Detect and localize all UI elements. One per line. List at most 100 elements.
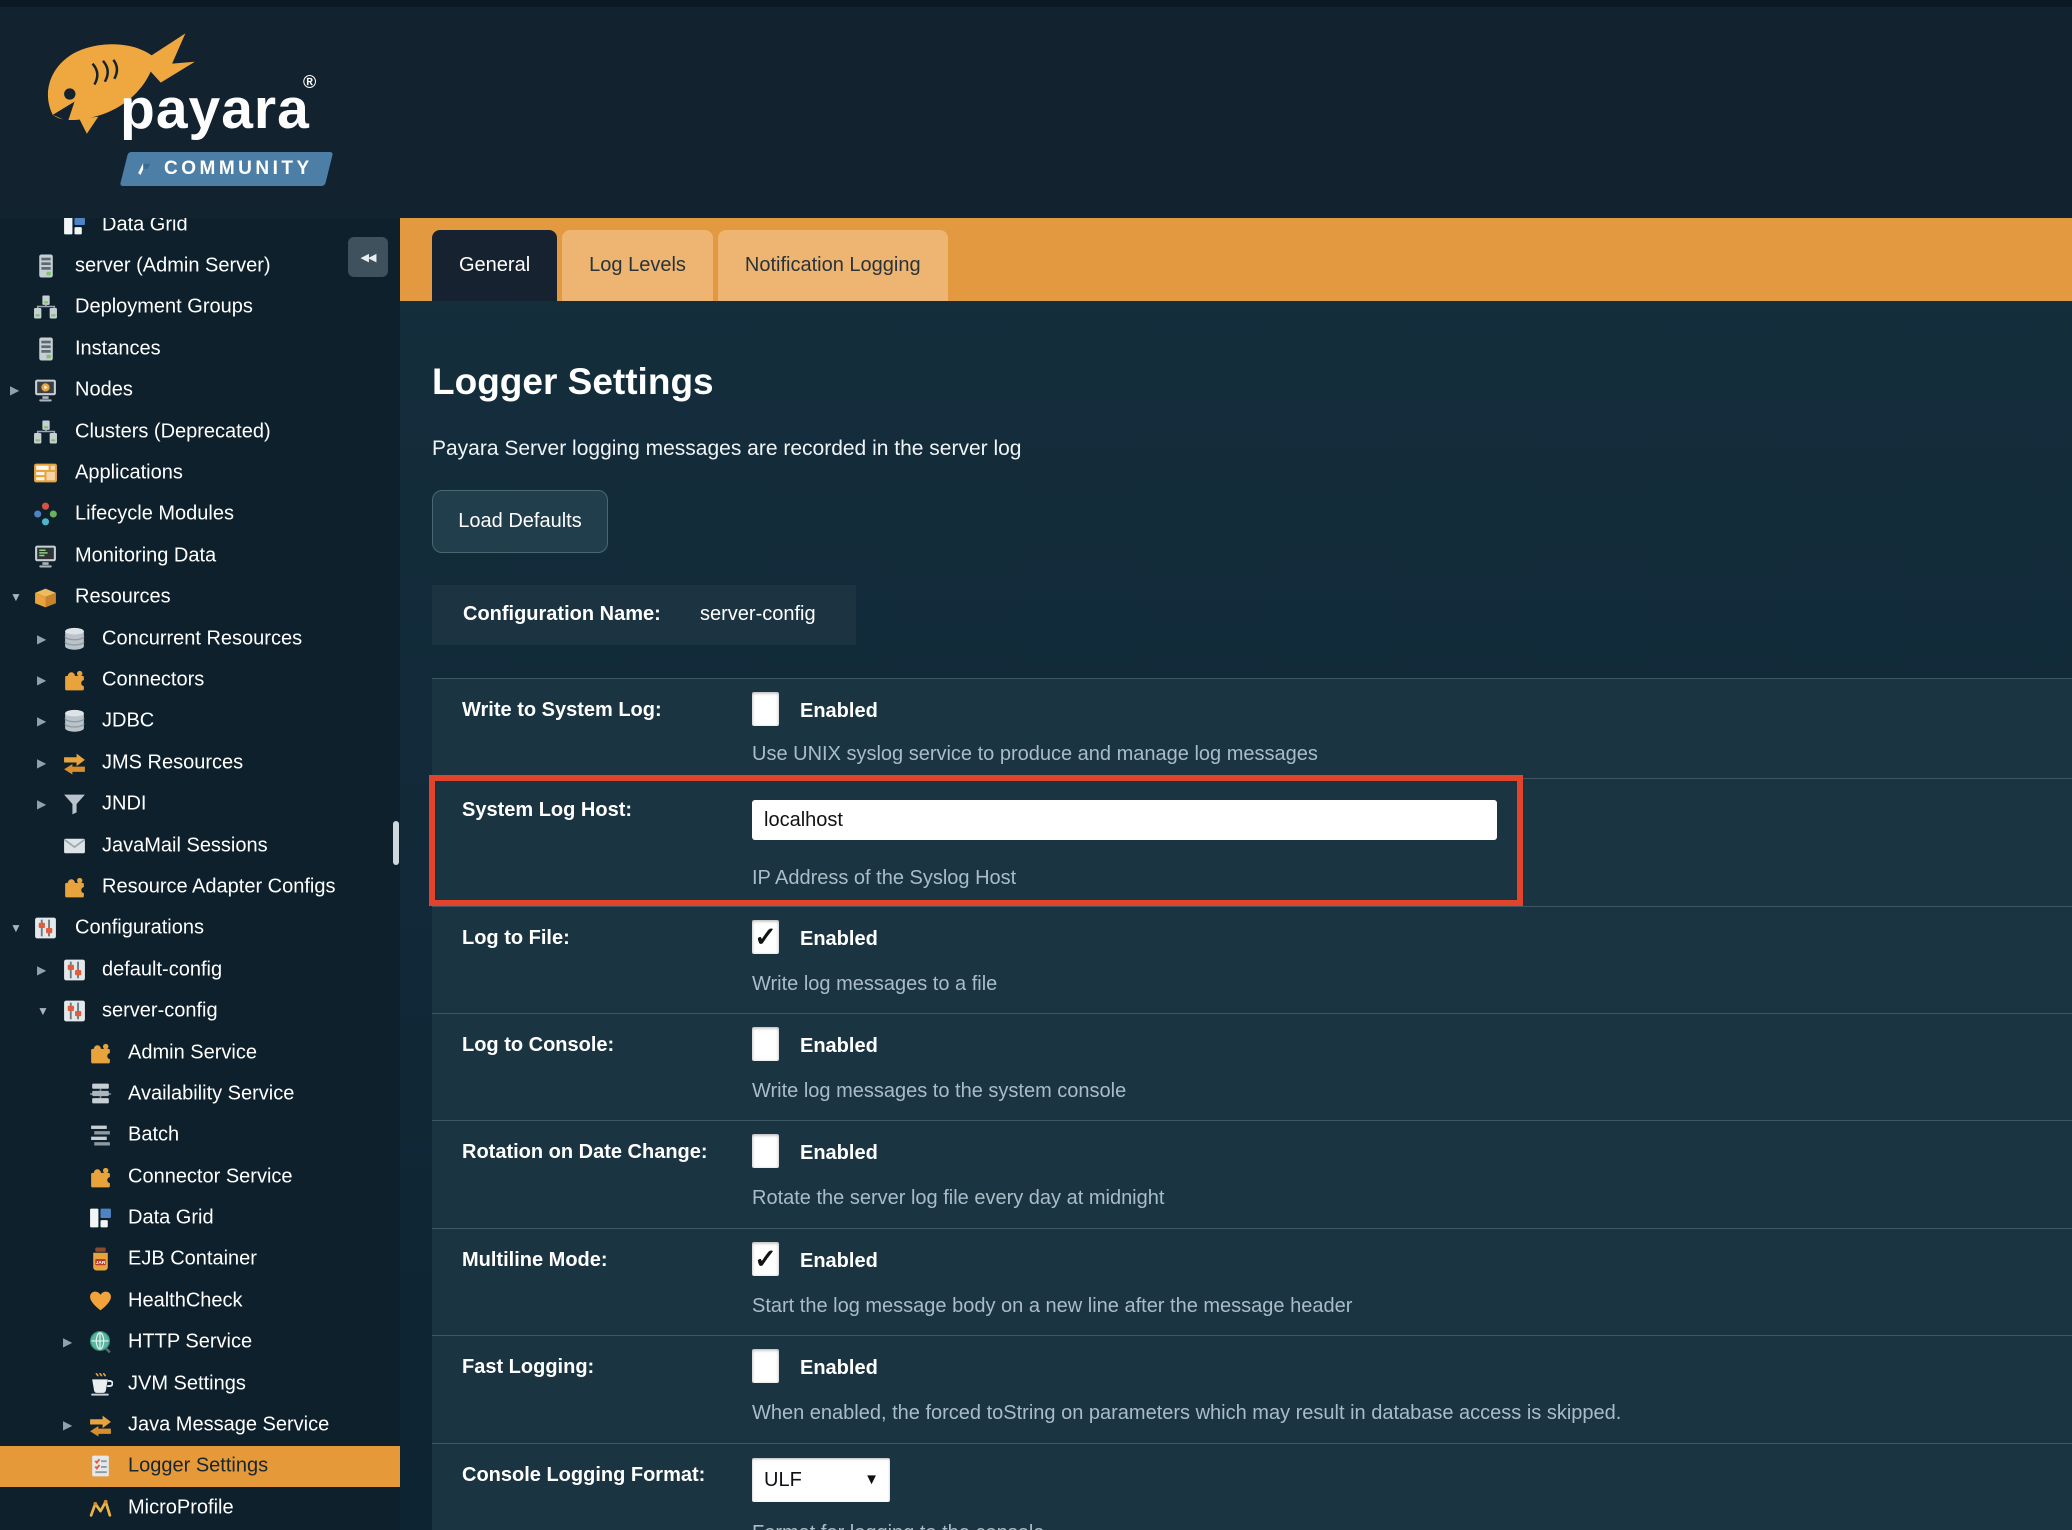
sidebar-item-label: Resource Adapter Configs bbox=[102, 875, 335, 898]
sidebar-item-configurations[interactable]: ▼Configurations bbox=[0, 908, 400, 949]
system-log-host-input[interactable] bbox=[752, 800, 1497, 840]
sidebar-item-connectors[interactable]: ▶ Connectors bbox=[0, 659, 400, 700]
sidebar-item-microprofile[interactable]: MicroProfile bbox=[0, 1487, 400, 1528]
sliders-icon bbox=[33, 916, 58, 941]
fast-logging-checkbox[interactable] bbox=[752, 1349, 779, 1383]
sidebar-item-label: Data Grid bbox=[102, 218, 188, 236]
sidebar-item-resources[interactable]: ▼ Resources bbox=[0, 577, 400, 618]
sidebar-item-label: Monitoring Data bbox=[75, 544, 216, 567]
tree-expand-arrow-icon[interactable]: ▶ bbox=[37, 632, 46, 646]
puzzle-icon bbox=[88, 1164, 113, 1189]
sidebar-item-lifecycle-modules[interactable]: Lifecycle Modules bbox=[0, 494, 400, 535]
load-defaults-button[interactable]: Load Defaults bbox=[432, 490, 608, 553]
multiline-mode-checkbox[interactable]: ✓ bbox=[752, 1242, 779, 1276]
sidebar-item-jms-resources[interactable]: ▶JMS Resources bbox=[0, 742, 400, 783]
node-monitor-icon bbox=[33, 378, 58, 403]
sidebar-item-label: JavaMail Sessions bbox=[102, 834, 268, 857]
sidebar-item-label: Data Grid bbox=[128, 1207, 214, 1230]
field-label-write-to-system-log: Write to System Log: bbox=[462, 699, 662, 722]
sidebar-item-batch[interactable]: Batch bbox=[0, 1115, 400, 1156]
rotation-on-date-change-checkbox[interactable] bbox=[752, 1134, 779, 1168]
tab-notification-logging[interactable]: Notification Logging bbox=[718, 230, 948, 301]
configuration-name-value: server-config bbox=[700, 603, 816, 626]
sidebar-item-logger-settings[interactable]: Logger Settings bbox=[0, 1446, 400, 1487]
tree-expand-arrow-icon[interactable]: ▶ bbox=[37, 797, 46, 811]
funnel-icon bbox=[62, 792, 87, 817]
community-badge-label: COMMUNITY bbox=[164, 158, 313, 180]
sidebar-item-http-service[interactable]: ▶HTTP Service bbox=[0, 1322, 400, 1363]
sidebar-item-jvm-settings[interactable]: JVM Settings bbox=[0, 1363, 400, 1404]
sidebar-item-label: server-config bbox=[102, 1000, 218, 1023]
sidebar-item-deployment-groups[interactable]: Deployment Groups bbox=[0, 287, 400, 328]
tree-collapse-arrow-icon[interactable]: ▼ bbox=[10, 590, 22, 604]
tree-expand-arrow-icon[interactable]: ▶ bbox=[37, 963, 46, 977]
registered-mark: ® bbox=[303, 72, 316, 93]
sidebar-collapse-button[interactable]: ◀◀ bbox=[348, 237, 388, 277]
sidebar-item-label: Lifecycle Modules bbox=[75, 503, 234, 526]
tree-expand-arrow-icon[interactable]: ▶ bbox=[63, 1335, 72, 1349]
tab-log-levels[interactable]: Log Levels bbox=[562, 230, 713, 301]
sidebar-item-label: Clusters (Deprecated) bbox=[75, 420, 271, 443]
sidebar-item-healthcheck[interactable]: HealthCheck bbox=[0, 1280, 400, 1321]
header: payara ® COMMUNITY bbox=[0, 0, 2072, 218]
puzzle-icon bbox=[62, 874, 87, 899]
form-row-console-logging-format: Console Logging Format:ULF▼Format for lo… bbox=[432, 1443, 2072, 1530]
sidebar-item-jdbc[interactable]: ▶JDBC bbox=[0, 701, 400, 742]
log-to-console-checkbox[interactable] bbox=[752, 1027, 779, 1061]
form-row-write-to-system-log: Write to System Log:EnabledUse UNIX sysl… bbox=[432, 678, 2072, 778]
tree-expand-arrow-icon[interactable]: ▶ bbox=[37, 673, 46, 687]
tree-expand-arrow-icon[interactable]: ▶ bbox=[37, 756, 46, 770]
sidebar-item-instances[interactable]: Instances bbox=[0, 328, 400, 369]
main-content: GeneralLog LevelsNotification Logging Lo… bbox=[400, 218, 2072, 1530]
sidebar-scrollbar-thumb[interactable] bbox=[393, 821, 399, 865]
sidebar-item-label: default-config bbox=[102, 958, 222, 981]
sidebar-item-label: Java Message Service bbox=[128, 1414, 329, 1437]
sidebar-item-concurrent-resources[interactable]: ▶Concurrent Resources bbox=[0, 618, 400, 659]
sidebar-item-default-config[interactable]: ▶ default-config bbox=[0, 949, 400, 990]
sidebar-item-ejb-container[interactable]: JAR EJB Container bbox=[0, 1239, 400, 1280]
tree-expand-arrow-icon[interactable]: ▶ bbox=[37, 714, 46, 728]
puzzle-icon bbox=[88, 1040, 113, 1065]
resources-box-icon bbox=[33, 585, 58, 610]
tab-general[interactable]: General bbox=[432, 230, 557, 301]
tree-collapse-arrow-icon[interactable]: ▼ bbox=[10, 921, 22, 935]
sidebar-item-javamail-sessions[interactable]: JavaMail Sessions bbox=[0, 825, 400, 866]
sidebar-item-java-message-service[interactable]: ▶ Java Message Service bbox=[0, 1404, 400, 1445]
sidebar-item-server-config[interactable]: ▼ server-config bbox=[0, 990, 400, 1031]
tree-expand-arrow-icon[interactable]: ▶ bbox=[63, 1418, 72, 1432]
sidebar-item-connector-service[interactable]: Connector Service bbox=[0, 1156, 400, 1197]
sidebar-item-label: Connector Service bbox=[128, 1165, 293, 1188]
sidebar-item-data-grid[interactable]: Data Grid bbox=[0, 1197, 400, 1238]
sidebar-item-label: Connectors bbox=[102, 668, 204, 691]
tree-collapse-arrow-icon[interactable]: ▼ bbox=[37, 1004, 49, 1018]
sidebar-item-label: JVM Settings bbox=[128, 1372, 246, 1395]
console-logging-format-select[interactable]: ULF▼ bbox=[752, 1458, 890, 1502]
form-row-multiline-mode: Multiline Mode:✓EnabledStart the log mes… bbox=[432, 1228, 2072, 1335]
sidebar-item-resource-adapter-configs[interactable]: Resource Adapter Configs bbox=[0, 866, 400, 907]
sidebar-item-availability-service[interactable]: Availability Service bbox=[0, 1073, 400, 1114]
sidebar-item-admin-service[interactable]: Admin Service bbox=[0, 1032, 400, 1073]
data-grid-icon bbox=[88, 1206, 113, 1231]
nav-tree: Data Grid server (Admin Server)Deployment… bbox=[0, 218, 400, 1529]
sidebar-item-nodes[interactable]: ▶Nodes bbox=[0, 370, 400, 411]
svg-text:JAR: JAR bbox=[96, 1260, 106, 1266]
sidebar-item-jndi[interactable]: ▶JNDI bbox=[0, 783, 400, 824]
payara-admin-console: payara ® COMMUNITY Data Grid server (Admi… bbox=[0, 0, 2072, 1530]
sidebar-item-label: Batch bbox=[128, 1124, 179, 1147]
field-label-system-log-host: System Log Host: bbox=[462, 799, 632, 822]
form-row-log-to-file: Log to File:✓EnabledWrite log messages t… bbox=[432, 906, 2072, 1013]
tree-expand-arrow-icon[interactable]: ▶ bbox=[10, 383, 19, 397]
log-to-file-checkbox[interactable]: ✓ bbox=[752, 920, 779, 954]
sidebar-item-label: EJB Container bbox=[128, 1248, 257, 1271]
sidebar-item-monitoring-data[interactable]: Monitoring Data bbox=[0, 535, 400, 576]
globe-icon bbox=[88, 1330, 113, 1355]
sidebar-item-server-admin-server[interactable]: server (Admin Server) bbox=[0, 245, 400, 286]
sidebar-item-label: Resources bbox=[75, 586, 171, 609]
write-to-system-log-checkbox[interactable] bbox=[752, 692, 779, 726]
field-help-text: Start the log message body on a new line… bbox=[752, 1295, 1352, 1318]
sidebar-item-data-grid[interactable]: Data Grid bbox=[0, 218, 400, 245]
sidebar-item-label: Admin Service bbox=[128, 1041, 257, 1064]
sidebar-item-clusters-deprecated[interactable]: Clusters (Deprecated) bbox=[0, 411, 400, 452]
sidebar-item-applications[interactable]: Applications bbox=[0, 452, 400, 493]
enabled-label: Enabled bbox=[800, 1142, 878, 1165]
